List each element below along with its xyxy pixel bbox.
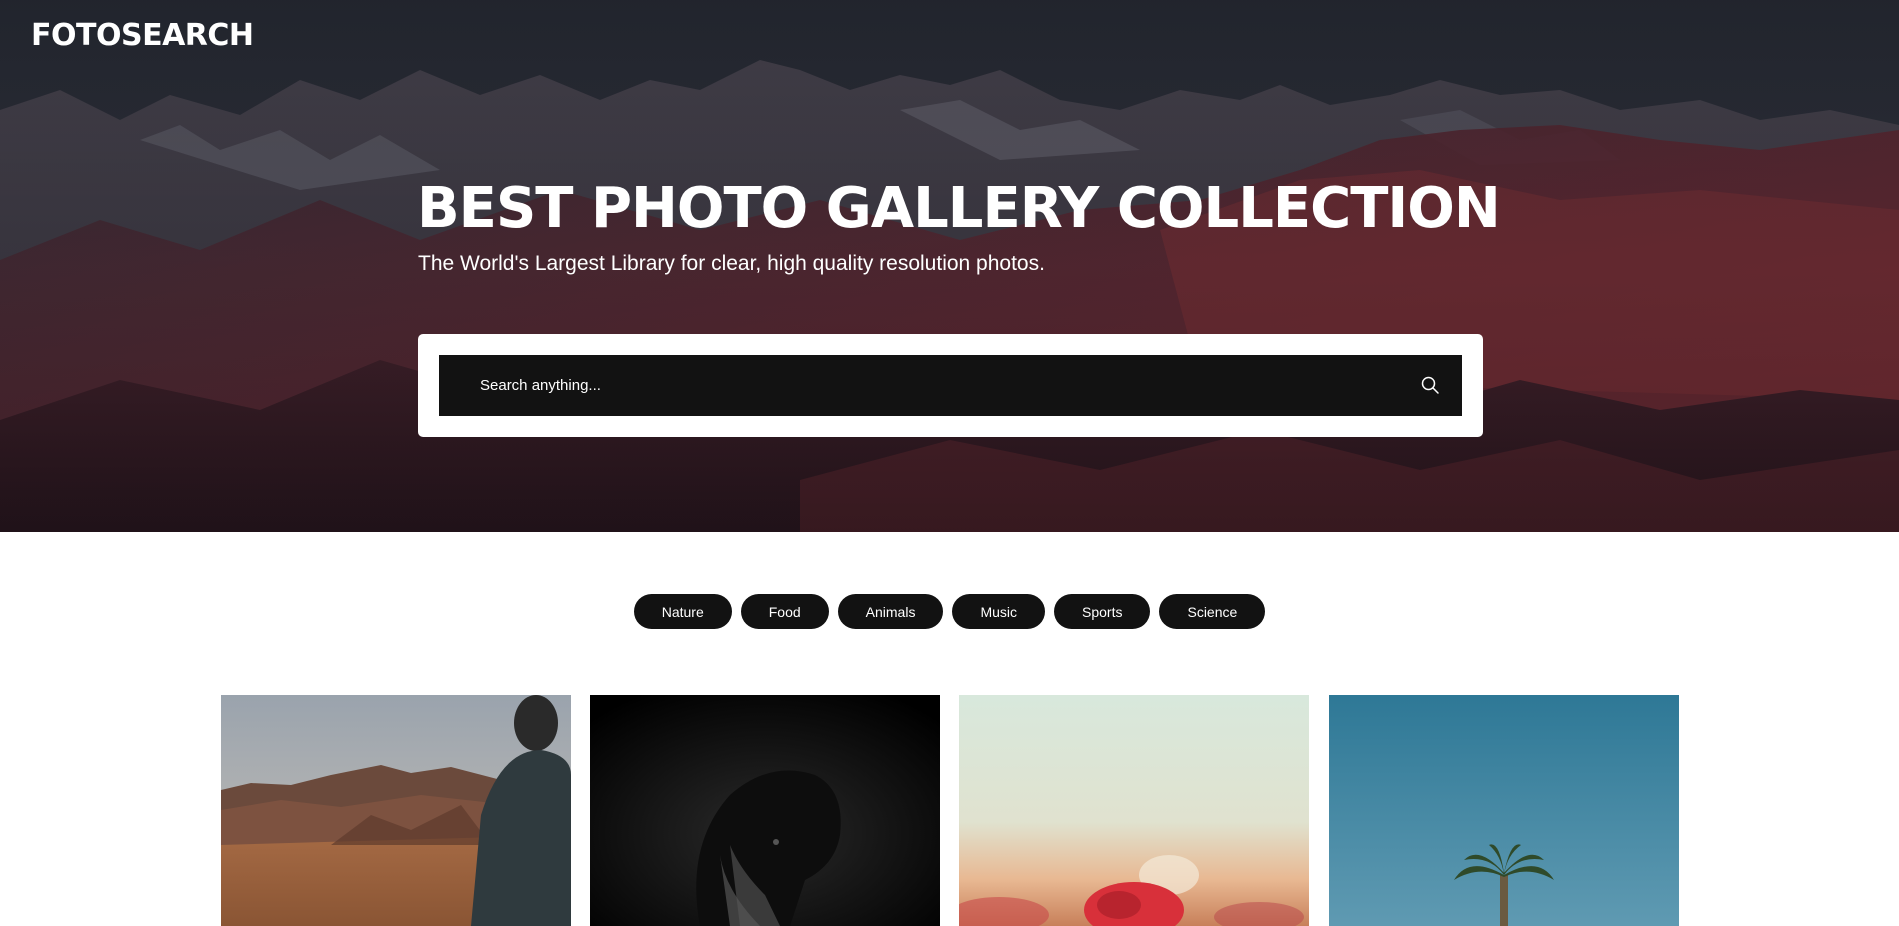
search-input[interactable] bbox=[439, 355, 1399, 416]
gallery-photo-poppy[interactable] bbox=[959, 695, 1309, 926]
category-animals-button[interactable]: Animals bbox=[837, 594, 944, 629]
gallery-photo-palm[interactable] bbox=[1329, 695, 1679, 926]
category-music-button[interactable]: Music bbox=[952, 594, 1046, 629]
category-nature-button[interactable]: Nature bbox=[633, 594, 732, 629]
gallery-photo-swan[interactable] bbox=[590, 695, 940, 926]
category-science-button[interactable]: Science bbox=[1159, 594, 1266, 629]
search-bar bbox=[439, 355, 1462, 416]
hero-subtitle: The World's Largest Library for clear, h… bbox=[418, 252, 1045, 275]
hero-banner: FOTOSEARCH BEST PHOTO GALLERY COLLECTION… bbox=[0, 0, 1899, 532]
search-card bbox=[418, 334, 1483, 437]
hero-title: BEST PHOTO GALLERY COLLECTION bbox=[417, 176, 1501, 241]
search-icon[interactable] bbox=[1420, 375, 1440, 395]
category-filter-bar: Nature Food Animals Music Sports Science bbox=[0, 594, 1899, 629]
category-food-button[interactable]: Food bbox=[740, 594, 829, 629]
site-logo[interactable]: FOTOSEARCH bbox=[31, 18, 254, 53]
category-sports-button[interactable]: Sports bbox=[1054, 594, 1151, 629]
gallery-photo-desert[interactable] bbox=[221, 695, 571, 926]
